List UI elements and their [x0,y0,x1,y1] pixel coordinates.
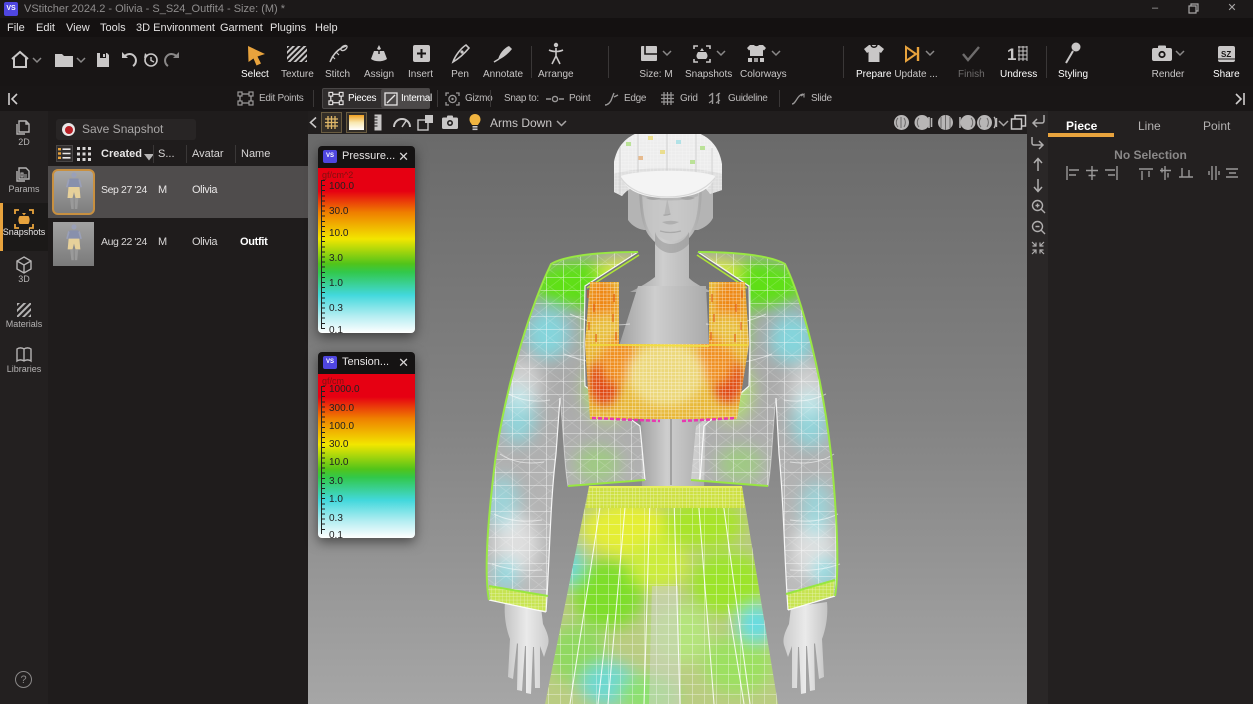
svg-text:1: 1 [1007,45,1016,64]
svg-text:SZ: SZ [1221,50,1231,59]
